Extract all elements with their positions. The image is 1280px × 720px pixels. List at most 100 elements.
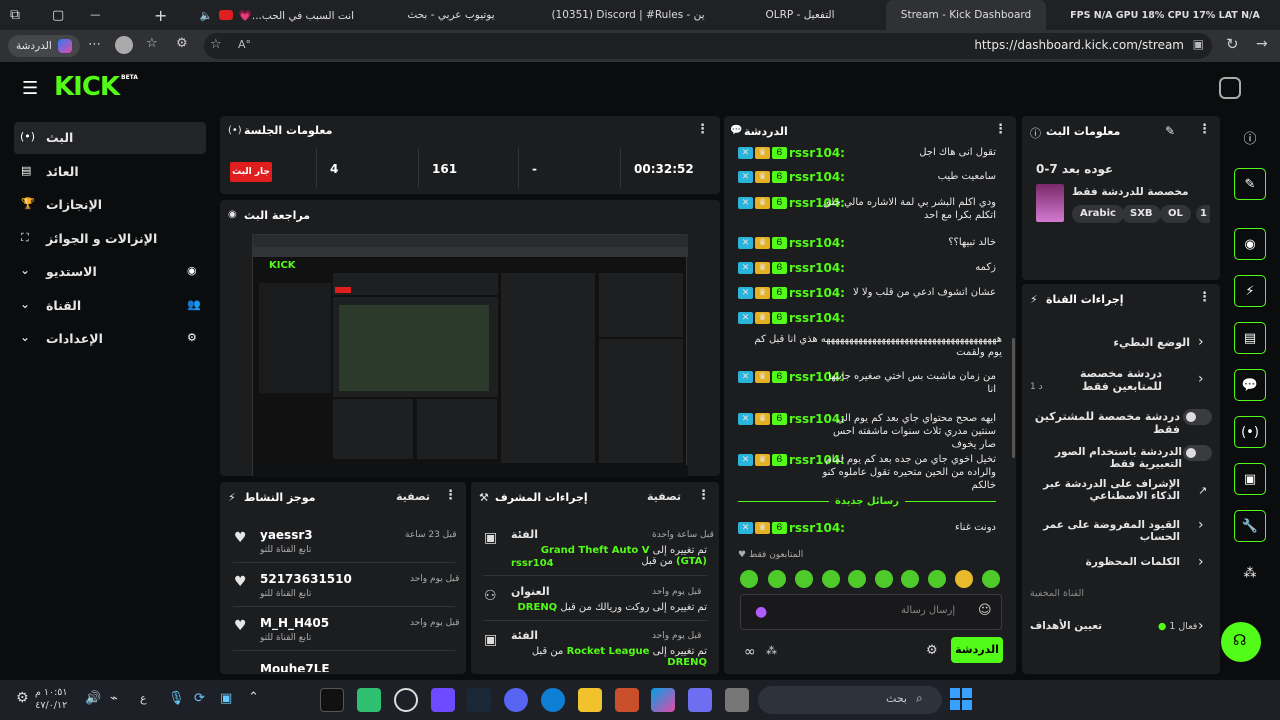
tag[interactable]: Arabic — [1072, 205, 1124, 223]
chat-message[interactable]: ✕ ♛ Ꮾrssr104: — [738, 311, 1002, 325]
shield-icon[interactable] — [1219, 77, 1241, 99]
info-icon[interactable]: ⓘ — [1234, 121, 1266, 153]
sidebar-item-achievements[interactable]: الإنجازات — [46, 197, 102, 212]
ai-moderation-row[interactable]: الإشراف على الدردشة عبر الذكاء الاصطناعي — [1030, 478, 1180, 502]
banned-words-row[interactable]: الكلمات المحظورة — [1030, 556, 1180, 568]
chat-message[interactable]: ✕ ♛ Ꮾrssr104: عشان اتشوف ادعي من قلب ولا لا — [738, 286, 1002, 300]
apps-icon[interactable]: ⁂ — [1234, 557, 1266, 589]
activity-user[interactable]: Mouhe7LE — [260, 662, 330, 672]
read-aloud-icon[interactable]: A° — [238, 38, 251, 51]
tab-discord[interactable]: (10351) Discord | #Rules - ين — [538, 0, 718, 30]
filter-button[interactable]: تصفية — [396, 490, 430, 503]
broadcast-icon[interactable]: (•) — [1234, 416, 1266, 448]
language-indicator[interactable]: ع — [140, 692, 147, 705]
emote[interactable] — [822, 570, 840, 588]
taskbar-search[interactable]: بحث ⌕ — [758, 686, 942, 714]
sidebar-item-channel[interactable]: القناة — [46, 298, 81, 313]
chevron-right-icon[interactable]: › — [1198, 371, 1204, 387]
chat-message[interactable]: ✕ ♛ Ꮾrssr104: تخيل اخوي جاي من جده بعد كم ي… — [738, 453, 1002, 491]
chevron-down-icon[interactable]: ⌄ — [20, 297, 30, 311]
chat-settings-icon[interactable]: ⚙ — [926, 643, 938, 658]
speaker-icon[interactable]: 🔈 — [200, 9, 213, 22]
sidebar-item-revenue[interactable]: العائد — [46, 164, 79, 179]
obs-icon[interactable] — [394, 688, 418, 712]
activity-user[interactable]: M_H_H405 — [260, 616, 329, 630]
chat-message[interactable]: ✕ ♛ Ꮾrssr104: ايهه صحح محتواي جاي بعد كم يو… — [738, 412, 1002, 450]
chevron-down-icon[interactable]: ⌄ — [20, 330, 30, 344]
emoji-icon[interactable]: ☺ — [978, 603, 992, 618]
tray-expand-icon[interactable]: ⌃ — [248, 690, 259, 705]
panel-menu-icon[interactable]: ⋮ — [994, 122, 1007, 137]
sidebar-item-stream[interactable]: البث — [46, 130, 73, 145]
file-explorer-icon[interactable] — [578, 688, 602, 712]
app-available-icon[interactable]: ▣ — [1193, 37, 1204, 51]
minimize-icon[interactable]: — — [90, 0, 110, 30]
refresh-icon[interactable]: ↻ — [1226, 35, 1239, 53]
mic-icon[interactable]: 🎙 — [168, 691, 185, 706]
emote[interactable] — [901, 570, 919, 588]
mod-user[interactable]: rssr104 — [511, 558, 554, 569]
emote[interactable] — [768, 570, 786, 588]
emote[interactable] — [928, 570, 946, 588]
chat-username[interactable]: rssr104: — [789, 311, 845, 325]
mic-icon[interactable]: ● — [755, 604, 767, 620]
tab-youtube-song[interactable]: انت السبب في الحب...💗 🔈 — [186, 0, 366, 30]
clock[interactable]: ١٠:٥١ م ٤٧/٠/١٢ — [35, 686, 68, 712]
chat-input[interactable]: ● إرسال رسالة ☺ — [740, 594, 1002, 630]
tab-olrp[interactable]: OLRP - التفعيل — [720, 0, 880, 30]
activity-user[interactable]: yaessr3 — [260, 528, 313, 542]
edit-icon[interactable]: ✎ — [1165, 124, 1175, 138]
epic-games-icon[interactable] — [320, 688, 344, 712]
goals-row-label[interactable]: تعيين الأهداف — [1030, 620, 1102, 632]
chat-message[interactable]: ✕ ♛ Ꮾrssr104: تقول انى هاك اجل — [738, 146, 1002, 160]
chevron-right-icon[interactable]: › — [1198, 618, 1204, 634]
panel-menu-icon[interactable]: ⋮ — [696, 122, 709, 137]
emote[interactable] — [795, 570, 813, 588]
chat-message[interactable]: ✕ ♛ Ꮾrssr104: سامعيت طيب — [738, 170, 1002, 184]
tag[interactable]: SXB — [1122, 205, 1161, 223]
more-icon[interactable]: ⋯ — [88, 37, 101, 52]
app-icon[interactable] — [688, 688, 712, 712]
followers-only-row[interactable]: دردشة مخصصة للمتابعين فقط — [1030, 367, 1162, 393]
stream-preview-video[interactable]: KICK — [252, 234, 688, 477]
settings-icon[interactable]: ⚙ — [16, 690, 29, 706]
emote[interactable] — [875, 570, 893, 588]
twitch-like-icon[interactable] — [431, 688, 455, 712]
video-icon[interactable]: ▣ — [1234, 463, 1266, 495]
chevron-right-icon[interactable]: › — [1198, 554, 1204, 570]
subscribers-only-toggle[interactable] — [1183, 409, 1212, 425]
extensions-icon[interactable]: ⚙ — [176, 36, 188, 51]
menu-icon[interactable]: ☰ — [22, 78, 38, 99]
app-icon[interactable] — [615, 688, 639, 712]
tag[interactable]: 1 — [1196, 205, 1210, 223]
network-icon[interactable]: ⌁ — [110, 691, 118, 706]
tag[interactable]: OL — [1160, 205, 1191, 223]
url-field[interactable]: ☆ A° https://dashboard.kick.com/stream ▣ — [204, 33, 1212, 59]
tab-kick-dashboard[interactable]: Stream - Kick Dashboard — [886, 0, 1046, 30]
panel-menu-icon[interactable]: ⋮ — [1198, 122, 1211, 137]
emote[interactable] — [740, 570, 758, 588]
emote-only-toggle[interactable] — [1183, 445, 1212, 461]
tray-icon[interactable]: ▣ — [220, 691, 232, 706]
profile-button[interactable]: الدردشة — [8, 35, 80, 57]
favorites-icon[interactable]: ☆ — [146, 36, 158, 51]
infinity-icon[interactable]: ∞ — [744, 644, 756, 660]
panel-menu-icon[interactable]: ⋮ — [444, 488, 457, 503]
edge-icon[interactable] — [541, 688, 565, 712]
dots-cluster-icon[interactable]: ⁂ — [766, 644, 777, 657]
new-tab-icon[interactable]: + — [154, 0, 174, 30]
kick-logo[interactable]: KICK — [54, 72, 120, 102]
slow-mode-row[interactable]: الوضع البطيء — [1030, 336, 1212, 349]
favorite-star-icon[interactable]: ☆ — [210, 37, 222, 52]
sidebar-item-settings[interactable]: الإعدادات — [46, 331, 103, 346]
emote[interactable] — [982, 570, 1000, 588]
panel-menu-icon[interactable]: ⋮ — [1198, 290, 1211, 305]
account-age-row[interactable]: القيود المفروضة على عمر الحساب — [1030, 519, 1180, 543]
chat-scrollbar[interactable] — [1012, 338, 1015, 458]
tab-youtube-search[interactable]: يوتيوب عربي - بحث — [366, 0, 536, 30]
xbox-app-icon[interactable] — [357, 688, 381, 712]
steam-icon[interactable] — [467, 688, 491, 712]
chat-message[interactable]: ✕ ♛ Ꮾrssr104: ودي اكلم البشر بي لمة الاشاره… — [738, 196, 1002, 221]
support-button[interactable]: ☊ — [1221, 622, 1261, 662]
sidebar-item-studio[interactable]: الاستديو — [46, 264, 97, 279]
